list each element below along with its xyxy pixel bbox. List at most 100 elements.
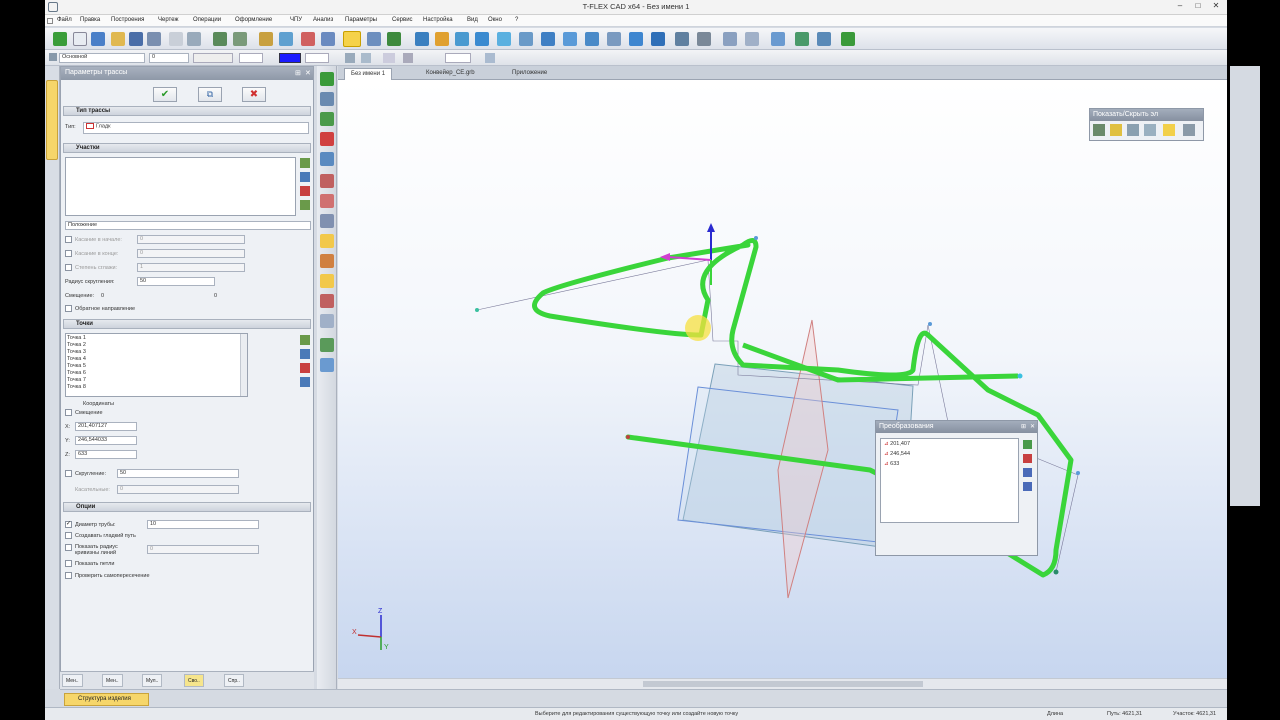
vt-snap-icon[interactable] (320, 254, 334, 268)
line-icon[interactable] (259, 32, 273, 46)
vt-measure-icon[interactable] (320, 314, 334, 328)
menu-construct[interactable]: Построения (111, 17, 144, 23)
filter-icon[interactable] (345, 53, 355, 63)
tab-app[interactable]: Приложение (506, 68, 553, 80)
path-3d-icon[interactable] (343, 31, 361, 47)
chamfer-icon[interactable] (519, 32, 533, 46)
tab-menu-1[interactable]: Мен.. (62, 674, 83, 687)
tab-multi[interactable]: Мул.. (142, 674, 163, 687)
z-input[interactable]: 633 (75, 450, 137, 459)
menu-parameters[interactable]: Параметры (345, 17, 377, 23)
vt-select-icon[interactable] (320, 152, 334, 166)
cut-icon[interactable] (169, 32, 183, 46)
create-path-checkbox[interactable] (65, 532, 72, 539)
gizmo-z-arrow[interactable] (707, 223, 715, 232)
vt-point-icon[interactable] (320, 112, 334, 126)
points-scrollbar[interactable] (240, 334, 247, 396)
panel-close-icon[interactable]: ✕ (305, 69, 311, 77)
measure-icon[interactable] (675, 32, 689, 46)
color-swatch[interactable] (279, 53, 301, 63)
minimize-button[interactable]: – (1173, 0, 1187, 13)
dimension-icon[interactable] (697, 32, 711, 46)
round-input[interactable]: 50 (117, 469, 239, 478)
redo-icon[interactable] (233, 32, 247, 46)
array-icon[interactable] (563, 32, 577, 46)
open-icon[interactable] (111, 32, 125, 46)
fillet-radius-input[interactable]: 50 (137, 277, 215, 286)
point-item[interactable]: Точка 4 (67, 356, 86, 362)
section-icon[interactable] (607, 32, 621, 46)
tangent-end-input[interactable]: 0 (137, 249, 245, 258)
add-point-icon[interactable] (300, 335, 310, 345)
x-input[interactable]: 201,407127 (75, 422, 137, 431)
node-icon[interactable] (279, 32, 293, 46)
view-icon[interactable] (745, 32, 759, 46)
viewport-hscroll-thumb[interactable] (643, 681, 923, 687)
tab-menu-2[interactable]: Мен.. (102, 674, 123, 687)
sweep-icon[interactable] (455, 32, 469, 46)
menu-operations[interactable]: Операции (193, 17, 221, 23)
transform-item[interactable]: ⊿ 633 (884, 461, 899, 467)
smooth-degree-checkbox[interactable] (65, 264, 72, 271)
grid-icon[interactable] (383, 53, 395, 63)
round-checkbox[interactable] (65, 470, 72, 477)
transform-item[interactable]: ⊿ 246,544 (884, 451, 910, 457)
segments-list[interactable] (65, 157, 296, 216)
control-point[interactable] (1017, 373, 1023, 379)
transform-down-icon[interactable] (1023, 482, 1032, 491)
vt-highlight-icon[interactable] (320, 274, 334, 288)
control-point[interactable] (754, 236, 758, 240)
vt-node-icon[interactable] (320, 214, 334, 228)
loft-icon[interactable] (435, 32, 449, 46)
add-segment-icon[interactable] (300, 158, 310, 168)
close-button[interactable]: ✕ (1209, 0, 1223, 13)
menu-service[interactable]: Сервис (392, 17, 413, 23)
show-loops-checkbox[interactable] (65, 560, 72, 567)
new-file-icon[interactable] (73, 32, 87, 46)
show-radius-checkbox[interactable] (65, 544, 72, 551)
cancel-button[interactable]: ✖ (242, 87, 266, 102)
tube-diam-input[interactable]: 10 (147, 520, 259, 529)
light-icon[interactable] (485, 53, 495, 63)
delete-point-icon[interactable] (300, 363, 310, 373)
surface-icon[interactable] (651, 32, 665, 46)
color-select[interactable] (305, 53, 329, 63)
show-radius-input[interactable]: 0 (147, 545, 259, 554)
smooth-degree-input[interactable]: 1 (137, 263, 245, 272)
structure-tab[interactable]: Структура изделия (64, 693, 149, 706)
check-self-checkbox[interactable] (65, 572, 72, 579)
point-item[interactable]: Точка 5 (67, 363, 86, 369)
axis-icon[interactable] (367, 32, 381, 46)
section-trace-type[interactable]: Тип трассы (63, 106, 311, 116)
tools-icon[interactable] (817, 32, 831, 46)
menu-design[interactable]: Оформление (235, 17, 272, 23)
boolean-icon[interactable] (475, 32, 489, 46)
menu-drawing[interactable]: Чертеж (158, 17, 179, 23)
tflex-logo-icon[interactable] (53, 32, 67, 46)
transform-remove-icon[interactable] (1023, 454, 1032, 463)
transform-add-icon[interactable] (1023, 440, 1032, 449)
menu-analysis[interactable]: Анализ (313, 17, 333, 23)
menu-window[interactable]: Окно (488, 17, 502, 23)
snap-icon[interactable] (361, 53, 371, 63)
3d-viewport[interactable]: Z X Y Показать/Скрыть эл Преобразования … (338, 80, 1227, 678)
undo-icon[interactable] (213, 32, 227, 46)
section-points[interactable]: Точки (63, 319, 311, 329)
sh-icon-3[interactable] (1127, 124, 1139, 136)
control-point[interactable] (626, 435, 630, 439)
position-select[interactable]: Положение (65, 221, 311, 230)
copy-icon[interactable] (187, 32, 201, 46)
selected-point-highlight[interactable] (685, 315, 711, 341)
sketch-icon[interactable] (301, 32, 315, 46)
maximize-button[interactable]: □ (1191, 0, 1205, 13)
move-segment-icon[interactable] (300, 200, 310, 210)
point-item[interactable]: Точка 3 (67, 349, 86, 355)
vt-cancel-icon[interactable] (320, 132, 334, 146)
offset2-checkbox[interactable] (65, 409, 72, 416)
vt-line-icon[interactable] (320, 174, 334, 188)
sh-icon-5[interactable] (1163, 124, 1175, 136)
section-options[interactable]: Опции (63, 502, 311, 512)
scale-select[interactable] (445, 53, 471, 63)
zoom-icon[interactable] (723, 32, 737, 46)
confirm-icon[interactable] (841, 32, 855, 46)
